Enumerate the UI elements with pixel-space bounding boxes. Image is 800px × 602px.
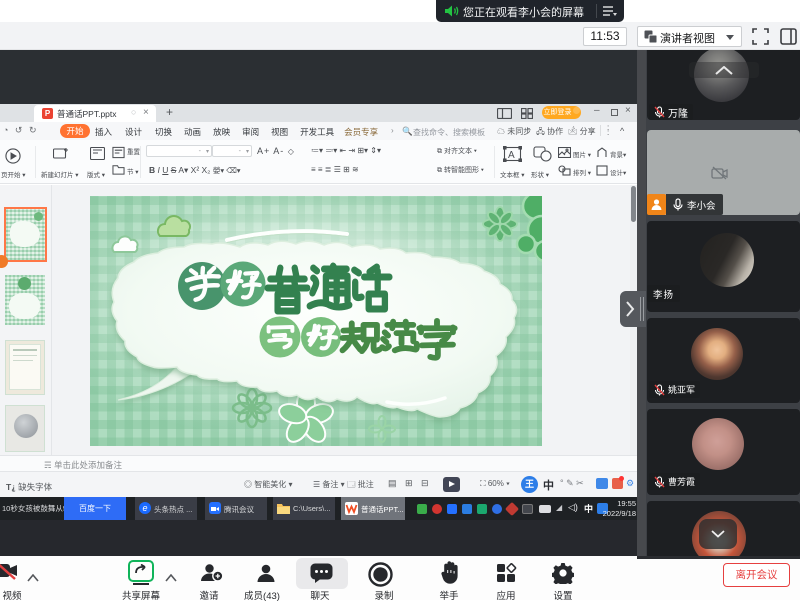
svg-text:A: A (508, 150, 515, 161)
